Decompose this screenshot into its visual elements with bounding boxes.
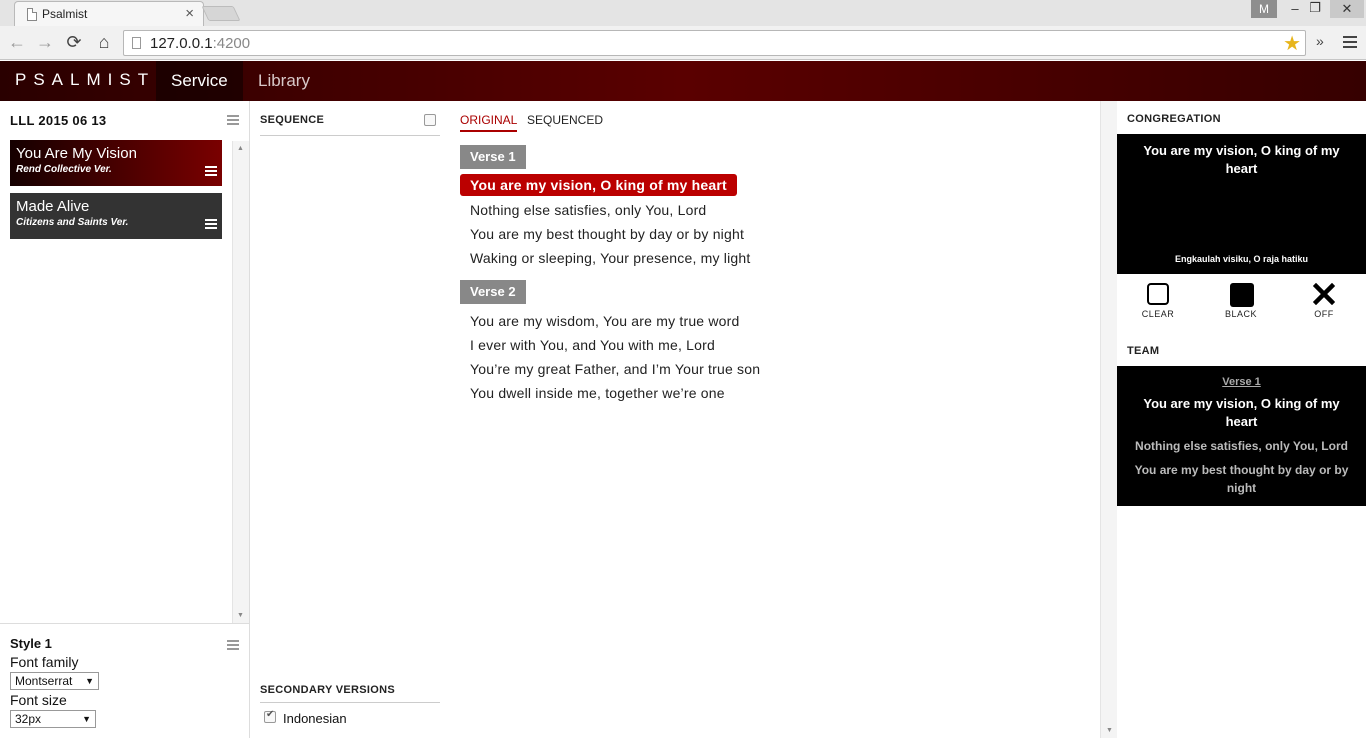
style-title: Style 1: [10, 636, 52, 651]
congregation-main-text: You are my vision, O king of my heart: [1143, 143, 1340, 176]
service-title: LLL 2015 06 13: [10, 113, 107, 128]
congregation-preview: You are my vision, O king of my heart En…: [1117, 134, 1366, 274]
divider: [260, 135, 440, 136]
congregation-heading: CONGREGATION: [1127, 113, 1221, 125]
team-next-line: You are my best thought by day or by nig…: [1134, 463, 1349, 495]
lyric-line-selected[interactable]: You are my vision, O king of my heart: [460, 174, 737, 196]
sequence-heading: SEQUENCE: [260, 114, 325, 126]
reload-icon[interactable]: ⟳: [63, 32, 85, 52]
page-icon: [132, 37, 141, 49]
style-section: Style 1 Font family Montserrat ▼ Font siz…: [0, 623, 249, 738]
brand-logo[interactable]: PSALMIST: [15, 70, 155, 90]
browser-toolbar: ← → ⟳ ⌂ 127.0.0.1:4200 ★ »: [0, 26, 1366, 60]
lyrics-scrollbar[interactable]: ▼: [1100, 101, 1117, 738]
scroll-down-icon[interactable]: ▼: [237, 612, 244, 619]
nav-tab-library[interactable]: Library: [243, 61, 325, 101]
service-menu-icon[interactable]: [227, 115, 239, 127]
song-version: Citizens and Saints Ver.: [16, 217, 129, 228]
lyric-line[interactable]: You dwell inside me, together we’re one: [470, 385, 725, 401]
x-icon: [1312, 282, 1336, 306]
font-family-label: Font family: [10, 654, 79, 670]
congregation-secondary-text: Engkaulah visiku, O raja hatiku: [1174, 254, 1309, 264]
font-family-select[interactable]: Montserrat ▼: [10, 672, 99, 690]
lyrics-panel: ORIGINAL SEQUENCED Verse 1 You are my vi…: [450, 101, 1100, 738]
address-bar[interactable]: 127.0.0.1:4200 ★: [123, 30, 1306, 56]
scroll-down-icon[interactable]: ▼: [1106, 727, 1113, 734]
nav-tab-service[interactable]: Service: [156, 61, 243, 101]
team-next-line: Nothing else satisfies, only You, Lord: [1135, 439, 1348, 453]
font-size-label: Font size: [10, 692, 67, 708]
song-title: You Are My Vision: [16, 145, 137, 162]
lyric-line[interactable]: You are my wisdom, You are my true word: [470, 313, 740, 329]
new-tab-button[interactable]: [201, 6, 241, 21]
sequence-checkbox[interactable]: [424, 114, 436, 126]
lyric-line[interactable]: You’re my great Father, and I’m Your tru…: [470, 361, 760, 377]
divider: [260, 702, 440, 703]
off-button[interactable]: OFF: [1294, 282, 1354, 319]
app-navbar: PSALMIST Service Library: [0, 61, 1366, 101]
tab-title: Psalmist: [42, 7, 88, 21]
restore-icon[interactable]: ❐: [1305, 0, 1325, 16]
black-button[interactable]: BLACK: [1211, 283, 1271, 319]
song-title: Made Alive: [16, 198, 90, 215]
back-icon[interactable]: ←: [6, 32, 28, 52]
team-preview: Verse 1 You are my vision, O king of my …: [1117, 366, 1366, 506]
window-close-icon[interactable]: ✕: [1330, 0, 1364, 18]
tab-sequenced[interactable]: SEQUENCED: [527, 113, 603, 127]
url-text: 127.0.0.1:4200: [150, 35, 251, 52]
secondary-version-label: Indonesian: [283, 711, 347, 726]
browser-menu-icon[interactable]: [1343, 36, 1357, 51]
clear-button[interactable]: CLEAR: [1128, 283, 1188, 319]
bookmark-star-icon[interactable]: ★: [1283, 31, 1301, 56]
filled-square-icon: [1230, 283, 1254, 307]
off-label: OFF: [1314, 309, 1334, 319]
sequence-panel: SEQUENCE SECONDARY VERSIONS Indonesian: [250, 101, 450, 738]
home-icon[interactable]: ⌂: [93, 32, 115, 52]
clear-label: CLEAR: [1141, 309, 1175, 319]
song-list-scrollbar[interactable]: ▲ ▼: [232, 141, 249, 623]
projection-panel: CONGREGATION You are my vision, O king o…: [1117, 101, 1366, 738]
team-heading: TEAM: [1127, 345, 1160, 357]
dropdown-arrow-icon: ▼: [85, 676, 94, 686]
lyric-line[interactable]: Waking or sleeping, Your presence, my li…: [470, 250, 750, 266]
black-label: BLACK: [1224, 309, 1257, 319]
lyric-line[interactable]: You are my best thought by day or by nig…: [470, 226, 744, 242]
tab-close-icon[interactable]: ×: [185, 5, 194, 22]
verse-label[interactable]: Verse 2: [460, 280, 526, 304]
forward-icon[interactable]: →: [34, 32, 56, 52]
lyric-line[interactable]: Nothing else satisfies, only You, Lord: [470, 202, 706, 218]
empty-square-icon: [1147, 283, 1169, 305]
page-icon: [27, 8, 37, 21]
secondary-versions-heading: SECONDARY VERSIONS: [260, 684, 395, 696]
song-menu-icon[interactable]: [205, 166, 217, 178]
profile-badge[interactable]: M: [1251, 0, 1277, 18]
verse-label[interactable]: Verse 1: [460, 145, 526, 169]
extensions-chevron-icon[interactable]: »: [1316, 33, 1324, 49]
minimize-icon[interactable]: –: [1285, 1, 1305, 16]
service-panel: LLL 2015 06 13 You Are My Vision Rend Co…: [0, 101, 250, 738]
team-verse-label: Verse 1: [1222, 376, 1261, 388]
song-version: Rend Collective Ver.: [16, 164, 112, 175]
song-card[interactable]: Made Alive Citizens and Saints Ver.: [10, 193, 222, 239]
font-size-select[interactable]: 32px ▼: [10, 710, 96, 728]
style-menu-icon[interactable]: [227, 640, 239, 652]
lyric-line[interactable]: I ever with You, and You with me, Lord: [470, 337, 715, 353]
song-card[interactable]: You Are My Vision Rend Collective Ver.: [10, 140, 222, 186]
team-current-line: You are my vision, O king of my heart: [1143, 396, 1340, 429]
browser-tab[interactable]: Psalmist ×: [14, 1, 204, 26]
scroll-up-icon[interactable]: ▲: [237, 145, 244, 152]
tab-original[interactable]: ORIGINAL: [460, 113, 518, 132]
dropdown-arrow-icon: ▼: [82, 714, 91, 724]
song-menu-icon[interactable]: [205, 219, 217, 231]
browser-tabstrip: Psalmist × M – ❐ ✕: [0, 0, 1366, 26]
secondary-version-checkbox[interactable]: [264, 709, 276, 723]
